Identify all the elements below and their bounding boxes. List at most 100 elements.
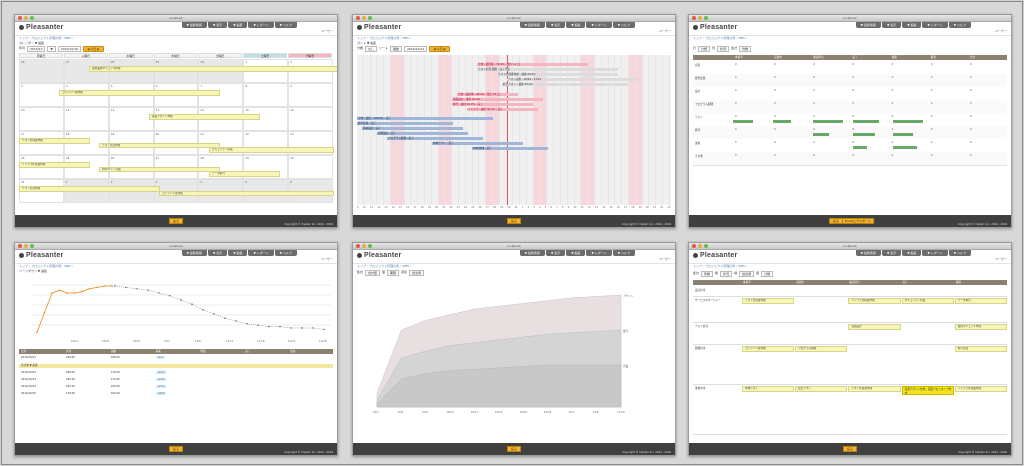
crosstab-cell[interactable]: 0 — [774, 76, 776, 79]
crosstab-cell[interactable]: 0 — [970, 76, 972, 79]
crosstab-cell[interactable]: 0 — [892, 89, 894, 92]
breadcrumb[interactable]: トップ › プロジェクト管理の例 › WBS › — [19, 36, 73, 40]
breadcrumb[interactable]: トップ › プロジェクト管理の例 › WBS › — [693, 264, 747, 268]
day-cell[interactable] — [288, 155, 333, 179]
crosstab-cell[interactable]: 0 — [813, 76, 815, 79]
crosstab-cell[interactable]: 0 — [735, 102, 737, 105]
nav-item[interactable]: ▼ 表示 — [545, 250, 566, 256]
calendar-event[interactable]: データ移行 — [209, 171, 280, 177]
gantt-bar[interactable]: 全体 - 進捗率 - 48.2% - 残り 18 日 — [457, 93, 518, 96]
back-button[interactable]: 戻る — [506, 446, 522, 452]
logo[interactable]: Pleasanter — [693, 24, 737, 31]
nav-item[interactable]: ▼ 表示 — [881, 250, 902, 256]
kamban-card[interactable]: 移行計画 — [954, 346, 1007, 352]
crosstab-cell[interactable]: 0 — [735, 115, 737, 118]
crosstab-cell[interactable]: 0 — [892, 141, 894, 144]
today-button[interactable]: ◀ 今日 ▶ — [83, 46, 104, 52]
dropdown-arrow[interactable]: ▼ — [47, 46, 56, 52]
crosstab-cell[interactable]: 0 — [892, 76, 894, 79]
user-menu[interactable]: ユーザー — [321, 29, 333, 33]
crosstab-cell[interactable]: 0 — [813, 128, 815, 131]
nav-item[interactable]: ▼ 表示 — [207, 250, 228, 256]
back-button[interactable]: 戻る — [506, 218, 522, 224]
view-tabs[interactable]: カレンダー ▼ 編集 — [19, 41, 44, 45]
crosstab-cell[interactable]: 0 — [774, 128, 776, 131]
nav-item[interactable]: ▼ ヘルプ — [612, 250, 635, 256]
item-select[interactable]: 担当者 — [409, 270, 425, 276]
gantt-bar[interactable]: 単体テスト - 完了 — [432, 142, 523, 145]
crosstab-cell[interactable]: 0 — [774, 154, 776, 157]
kamban-card[interactable]: テスト仕様書作成 — [742, 298, 795, 304]
export-button[interactable]: Excelエクスポート — [842, 218, 874, 224]
crosstab-cell[interactable]: 0 — [931, 63, 933, 66]
kamban-highlight-card[interactable]: 画面デザイン作成 - 画面プロトタイプ作成 — [901, 386, 954, 395]
crosstab-cell[interactable]: 0 — [892, 102, 894, 105]
crosstab-cell[interactable]: 0 — [774, 102, 776, 105]
crosstab-cell[interactable]: 0 — [774, 141, 776, 144]
nav-item[interactable]: ▼ 最新情報 — [855, 250, 881, 256]
user-menu[interactable]: ユーザー — [995, 257, 1007, 261]
crosstab-cell[interactable]: 0 — [852, 154, 854, 157]
kamban-card[interactable]: テスト仕様書作成 — [848, 386, 901, 392]
crosstab-cell[interactable]: 0 — [774, 63, 776, 66]
logo[interactable]: Pleasanter — [19, 24, 63, 31]
nav-item[interactable]: ▼ 編集 — [902, 250, 922, 256]
crosstab-cell[interactable]: 0 — [813, 89, 815, 92]
crosstab-cell[interactable]: 0 — [852, 89, 854, 92]
crosstab-cell[interactable]: 0 — [931, 141, 933, 144]
crosstab-cell[interactable]: 0 — [931, 89, 933, 92]
day-cell[interactable] — [19, 107, 64, 131]
crosstab-cell[interactable]: 0 — [931, 128, 933, 131]
calendar-event[interactable]: 運用業務マニュアル作成 — [89, 66, 337, 72]
breadcrumb[interactable]: トップ › プロジェクト管理の例 › WBS › — [693, 36, 747, 40]
crosstab-cell[interactable]: 0 — [852, 76, 854, 79]
kamban-card[interactable]: データ移行 — [954, 298, 1007, 304]
nav-item[interactable]: ▼ レポート — [922, 22, 948, 28]
gantt-bar[interactable]: 移行 - 進捗 40.0% - 完了 — [452, 103, 533, 106]
gantt-bar[interactable]: 全体 - 進捗率 - 70.0% - 残り 12 日 — [477, 63, 588, 66]
kamban-card[interactable]: セキュリティ対策 — [901, 298, 954, 304]
crosstab-cell[interactable]: 0 — [852, 63, 854, 66]
calendar-event[interactable]: コンテンツ案作成 — [59, 90, 220, 96]
crosstab-cell[interactable]: 0 — [970, 89, 972, 92]
crosstab-cell[interactable]: 0 — [852, 141, 854, 144]
gantt-bar[interactable]: プログラム開発 - 完了 — [387, 137, 483, 140]
gantt-bar[interactable]: インフラ - 進捗 30.0% - 完了 — [467, 108, 538, 111]
crosstab-cell[interactable]: 0 — [970, 63, 972, 66]
gantt-bar[interactable]: 詳細設計 - 完了 — [377, 132, 468, 135]
nav-item[interactable]: ▼ 編集 — [902, 22, 922, 28]
nav-item[interactable]: ▼ 編集 — [228, 250, 248, 256]
nav-item[interactable]: ▼ レポート — [586, 22, 612, 28]
nav-item[interactable]: ▼ ヘルプ — [274, 250, 297, 256]
day-cell[interactable] — [288, 107, 333, 131]
nav-item[interactable]: ▼ 最新情報 — [519, 22, 545, 28]
crosstab-cell[interactable]: 0 — [735, 63, 737, 66]
nav-item[interactable]: ▼ レポート — [586, 250, 612, 256]
day-cell[interactable] — [108, 107, 154, 131]
calendar-event[interactable]: 画面デザイン作成 — [149, 114, 260, 120]
start-date-input[interactable]: 2016/10/11 — [404, 46, 428, 52]
row-select[interactable]: 分類 — [698, 46, 711, 52]
crosstab-cell[interactable]: 0 — [735, 89, 737, 92]
day-cell[interactable] — [19, 59, 64, 83]
agg-select[interactable]: 件数 — [701, 271, 714, 277]
kamban-card[interactable]: 結合テスト — [795, 386, 848, 392]
day-cell[interactable] — [288, 83, 333, 107]
crosstab-cell[interactable]: 0 — [931, 76, 933, 79]
crosstab-cell[interactable]: 0 — [970, 154, 972, 157]
gantt-bar[interactable]: テスト計画 開始 - 完了予定 — [477, 68, 618, 71]
gantt-bar[interactable]: 全体 - 進捗 - 100.0% - 完了 — [357, 117, 493, 120]
crosstab-cell[interactable]: 0 — [813, 115, 815, 118]
nav-item[interactable]: ▼ 編集 — [566, 22, 586, 28]
view-tabs[interactable]: ガント ▼ 編集 — [357, 41, 376, 45]
kamban-card[interactable]: コンテンツ案作成 — [742, 346, 795, 352]
crosstab-cell[interactable]: 0 — [813, 63, 815, 66]
crosstab-cell[interactable]: 0 — [931, 115, 933, 118]
gantt-bar[interactable]: 結合テスト - 進捗 45.0% — [502, 83, 628, 86]
nav-item[interactable]: ▼ レポート — [922, 250, 948, 256]
view-tabs[interactable]: バーンダウン ▼ 編集 — [19, 269, 47, 273]
nav-item[interactable]: ▼ 表示 — [545, 22, 566, 28]
nav-item[interactable]: ▼ 最新情報 — [519, 250, 545, 256]
crosstab-cell[interactable]: 0 — [931, 102, 933, 105]
month-select[interactable]: 2016/10 — [27, 46, 46, 52]
